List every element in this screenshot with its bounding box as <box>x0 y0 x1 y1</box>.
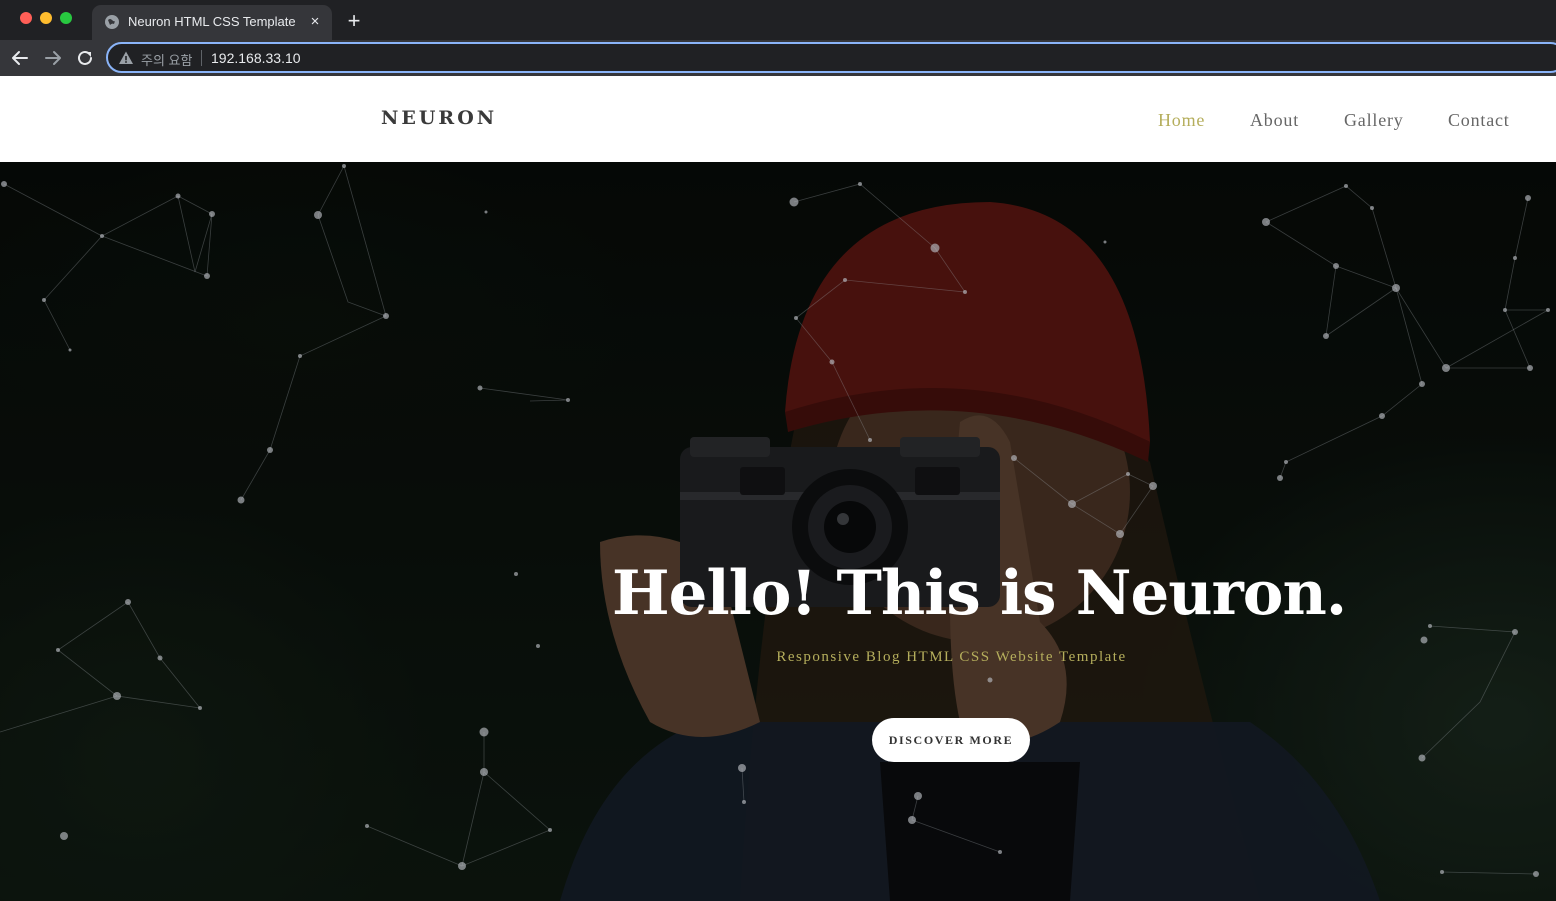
tab-title: Neuron HTML CSS Template <box>128 14 296 29</box>
minimize-window-button[interactable] <box>40 12 52 24</box>
forward-arrow-icon[interactable] <box>41 46 65 70</box>
new-tab-plus-icon[interactable]: + <box>342 9 366 33</box>
maximize-window-button[interactable] <box>60 12 72 24</box>
address-bar-divider <box>201 50 202 66</box>
back-arrow-icon[interactable] <box>8 46 32 70</box>
close-tab-icon[interactable]: × <box>306 13 324 31</box>
browser-toolbar: 주의 요함 192.168.33.10 <box>0 40 1556 76</box>
nav-link-contact[interactable]: Contact <box>1448 110 1510 131</box>
hero-subtitle: Responsive Blog HTML CSS Website Templat… <box>776 649 1127 665</box>
hero-title: Hello! This is Neuron. <box>612 558 1347 629</box>
hero-section: Hello! This is Neuron. Responsive Blog H… <box>0 162 1556 901</box>
site-header: NEURON Home About Gallery Contact <box>0 76 1556 162</box>
reload-icon[interactable] <box>73 46 97 70</box>
web-page: NEURON Home About Gallery Contact Hello!… <box>0 76 1556 901</box>
discover-more-button[interactable]: DISCOVER MORE <box>872 718 1030 762</box>
nav-link-gallery[interactable]: Gallery <box>1344 110 1404 131</box>
globe-icon <box>105 15 119 29</box>
url-text[interactable]: 192.168.33.10 <box>211 50 301 66</box>
browser-tab-bar: Neuron HTML CSS Template × + <box>0 0 1556 40</box>
site-logo[interactable]: NEURON <box>381 107 497 129</box>
close-window-button[interactable] <box>20 12 32 24</box>
browser-tab[interactable]: Neuron HTML CSS Template × <box>92 5 332 40</box>
warning-icon[interactable] <box>118 50 134 66</box>
hero-title-container: Hello! This is Neuron. <box>612 554 1347 634</box>
nav-link-about[interactable]: About <box>1250 110 1299 131</box>
security-warning-text[interactable]: 주의 요함 <box>141 50 192 69</box>
nav-link-home[interactable]: Home <box>1158 110 1205 131</box>
address-bar[interactable]: 주의 요함 192.168.33.10 <box>106 42 1556 73</box>
hero-photo-illustration <box>0 162 1556 901</box>
